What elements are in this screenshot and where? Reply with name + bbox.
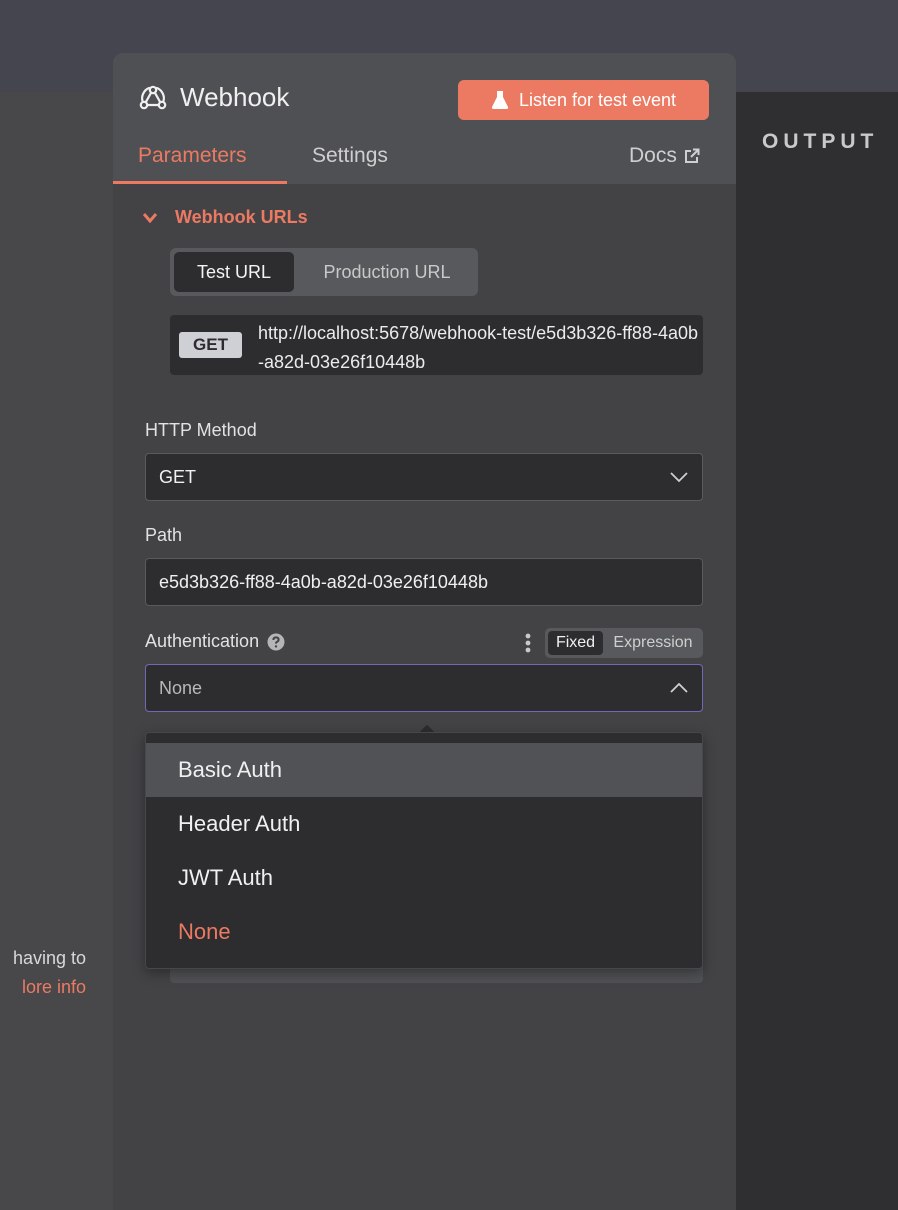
node-title-wrap: Webhook bbox=[138, 82, 289, 113]
external-link-icon bbox=[684, 148, 700, 163]
webhook-urls-title: Webhook URLs bbox=[175, 207, 308, 227]
node-title: Webhook bbox=[180, 82, 290, 112]
authentication-value: None bbox=[159, 677, 203, 698]
tab-test-url[interactable]: Test URL bbox=[174, 252, 294, 292]
mode-fixed[interactable]: Fixed bbox=[548, 631, 603, 655]
more-info-link[interactable]: lore info bbox=[22, 977, 86, 998]
listen-button-label: Listen for test event bbox=[518, 89, 677, 110]
flask-icon bbox=[491, 91, 509, 109]
webhook-urls-toggle[interactable]: Webhook URLs bbox=[143, 207, 308, 228]
method-badge: GET bbox=[179, 332, 242, 358]
more-options-icon[interactable] bbox=[525, 633, 531, 653]
http-method-value: GET bbox=[159, 466, 197, 487]
path-label: Path bbox=[145, 525, 183, 545]
tab-settings[interactable]: Settings bbox=[312, 144, 388, 168]
authentication-label: Authentication bbox=[145, 631, 260, 651]
path-input[interactable]: e5d3b326-ff88-4a0b-a82d-03e26f10448b bbox=[145, 558, 703, 606]
http-method-label: HTTP Method bbox=[145, 420, 257, 440]
option-jwt-auth[interactable]: JWT Auth bbox=[146, 851, 702, 905]
chevron-down-icon bbox=[143, 212, 157, 223]
tab-production-url[interactable]: Production URL bbox=[300, 252, 474, 292]
chevron-down-icon bbox=[670, 472, 688, 483]
webhook-url-box[interactable]: GET http://localhost:5678/webhook-test/e… bbox=[170, 315, 703, 375]
output-label: OUTPUT bbox=[762, 130, 879, 153]
mode-expression[interactable]: Expression bbox=[607, 631, 699, 655]
option-basic-auth[interactable]: Basic Auth bbox=[146, 743, 702, 797]
webhook-icon bbox=[139, 85, 167, 109]
option-header-auth[interactable]: Header Auth bbox=[146, 797, 702, 851]
path-value: e5d3b326-ff88-4a0b-a82d-03e26f10448b bbox=[159, 571, 488, 592]
listen-for-test-event-button[interactable]: Listen for test event bbox=[458, 80, 709, 120]
option-none[interactable]: None bbox=[146, 905, 702, 959]
node-parameters-panel: Webhook Listen for test event Parameters… bbox=[113, 53, 736, 1210]
input-panel-text: having to bbox=[12, 948, 86, 968]
input-panel: having to lore info bbox=[0, 92, 114, 1210]
help-icon[interactable] bbox=[267, 633, 285, 651]
chevron-up-icon bbox=[670, 682, 688, 693]
output-panel bbox=[736, 92, 898, 1210]
active-tab-underline bbox=[113, 181, 287, 184]
authentication-select[interactable]: None bbox=[145, 664, 703, 712]
url-type-switch: Test URL Production URL bbox=[170, 248, 478, 296]
authentication-dropdown: Basic Auth Header Auth JWT Auth None bbox=[145, 732, 703, 969]
fixed-expression-toggle: Fixed Expression bbox=[545, 628, 703, 658]
authentication-label-wrap: Authentication bbox=[145, 631, 285, 652]
webhook-url[interactable]: http://localhost:5678/webhook-test/e5d3b… bbox=[258, 319, 698, 377]
tab-parameters[interactable]: Parameters bbox=[138, 144, 247, 168]
docs-link[interactable]: Docs bbox=[629, 144, 700, 168]
docs-label: Docs bbox=[629, 144, 677, 167]
http-method-select[interactable]: GET bbox=[145, 453, 703, 501]
